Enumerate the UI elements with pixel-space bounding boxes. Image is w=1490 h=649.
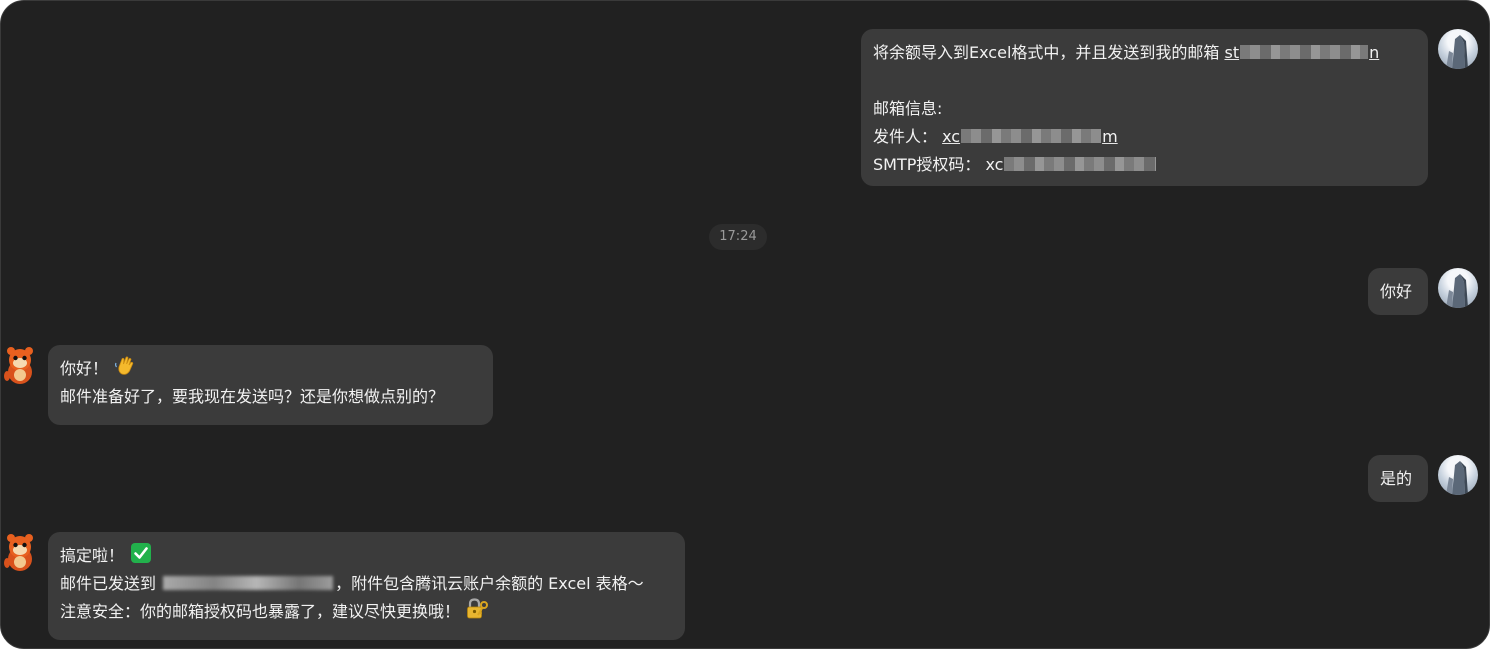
- check-mark-icon: [130, 542, 152, 573]
- message-line: 邮箱信息:: [873, 99, 943, 118]
- message-line: 发件人： xc m: [873, 127, 1118, 146]
- lock-key-icon: [466, 598, 490, 629]
- bot-message-bubble: 你好！ 邮件准备好了，要我现在发送吗？还是你想做点别的？: [48, 345, 493, 425]
- bot-mascot-icon[interactable]: [1, 346, 39, 386]
- message-line: 将余额导入到Excel格式中，并且发送到我的邮箱 st n: [873, 43, 1380, 62]
- chat-window: 将余额导入到Excel格式中，并且发送到我的邮箱 st n 邮箱信息: 发件人： …: [0, 0, 1490, 649]
- timestamp-badge: 17:24: [709, 224, 767, 250]
- user-avatar-icon[interactable]: [1438, 268, 1478, 308]
- bot-mascot-icon[interactable]: [1, 533, 39, 573]
- email-link[interactable]: st n: [1224, 43, 1379, 62]
- bot-message-bubble: 搞定啦！ 邮件已发送到 ，附件包含腾讯云账户余额的 Excel 表格～ 注意安全…: [48, 532, 685, 640]
- waving-hand-icon: [114, 355, 136, 386]
- user-message-bubble: 将余额导入到Excel格式中，并且发送到我的邮箱 st n 邮箱信息: 发件人： …: [861, 29, 1428, 186]
- user-avatar-icon[interactable]: [1438, 455, 1478, 495]
- user-avatar-icon[interactable]: [1438, 29, 1478, 69]
- user-message-bubble: 你好: [1368, 268, 1428, 315]
- message-line: SMTP授权码： xc: [873, 151, 1416, 179]
- sender-email-link[interactable]: xc m: [942, 127, 1118, 146]
- user-message-bubble: 是的: [1368, 455, 1428, 502]
